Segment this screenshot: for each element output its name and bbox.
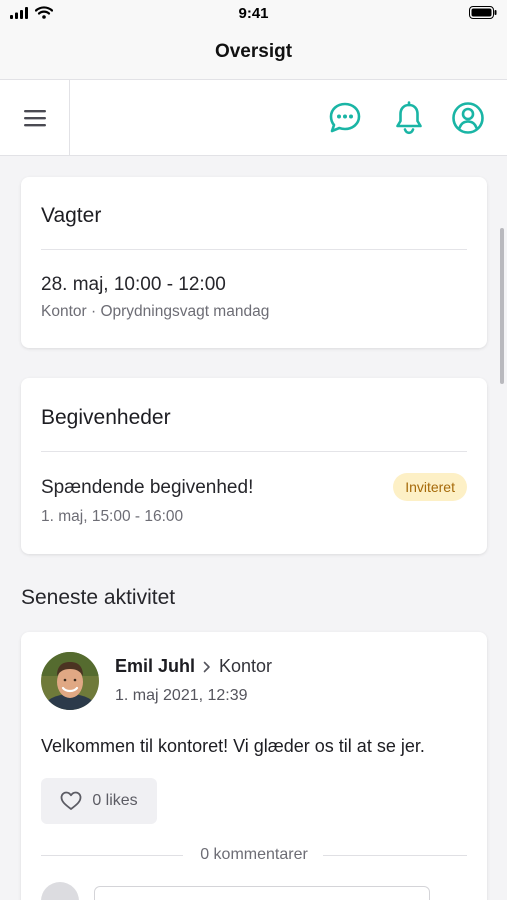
events-card: Begivenheder Spændende begivenhed! Invit… xyxy=(21,378,487,554)
comments-count[interactable]: 0 kommentarer xyxy=(41,846,467,864)
activity-post-card: Emil Juhl Kontor 1. maj 2021, 12:39 Velk… xyxy=(21,632,487,900)
chevron-right-icon xyxy=(203,661,210,672)
shift-time: 28. maj, 10:00 - 12:00 xyxy=(41,274,226,295)
heart-icon xyxy=(60,791,82,810)
divider xyxy=(41,451,467,452)
messages-button[interactable] xyxy=(327,100,363,136)
post-body: Velkommen til kontoret! Vi glæder os til… xyxy=(41,736,425,756)
chat-bubble-icon xyxy=(329,102,361,133)
post-target[interactable]: Kontor xyxy=(219,656,272,677)
divider xyxy=(41,249,467,250)
scrollbar[interactable] xyxy=(500,228,504,384)
shifts-card: Vagter 28. maj, 10:00 - 12:00 Kontor · O… xyxy=(21,177,487,348)
author-name[interactable]: Emil Juhl xyxy=(115,656,195,677)
event-name: Spændende begivenhed! xyxy=(41,477,254,498)
status-time: 9:41 xyxy=(238,5,269,22)
hamburger-menu-icon xyxy=(23,110,46,127)
likes-count: 0 likes xyxy=(92,792,138,809)
menu-button[interactable] xyxy=(0,80,70,156)
status-bar: 9:41 xyxy=(0,0,507,28)
status-badge: Inviteret xyxy=(393,473,467,501)
shifts-title: Vagter xyxy=(41,204,102,227)
notifications-button[interactable] xyxy=(391,100,427,136)
avatar[interactable] xyxy=(41,652,99,710)
events-title: Begivenheder xyxy=(41,406,171,429)
comment-input[interactable] xyxy=(94,886,430,900)
comment-avatar xyxy=(41,882,79,900)
activity-heading: Seneste aktivitet xyxy=(21,586,176,609)
battery-icon xyxy=(469,6,497,24)
profile-button[interactable] xyxy=(450,100,486,136)
user-circle-icon xyxy=(452,102,484,134)
post-date: 1. maj 2021, 12:39 xyxy=(115,687,248,704)
toolbar xyxy=(0,80,507,156)
comments-separator: 0 kommentarer xyxy=(41,846,467,866)
event-time: 1. maj, 15:00 - 16:00 xyxy=(41,508,184,525)
page-title: Oversigt xyxy=(214,41,293,62)
like-button[interactable]: 0 likes xyxy=(41,778,157,824)
shift-details: Kontor · Oprydningsvagt mandag xyxy=(41,303,270,320)
title-bar: Oversigt xyxy=(0,28,507,80)
post-author-line: Emil Juhl Kontor xyxy=(115,656,272,677)
bell-icon xyxy=(396,101,422,135)
